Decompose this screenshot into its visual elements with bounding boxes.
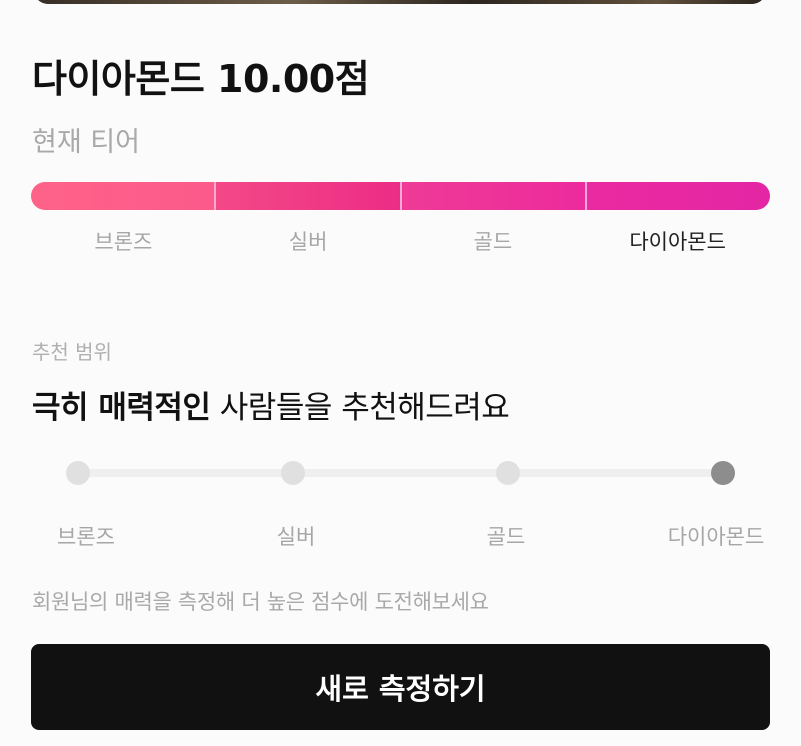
stepper-dot-silver bbox=[281, 461, 305, 485]
tier-segment-diamond bbox=[584, 182, 770, 210]
tier-label-bronze: 브론즈 bbox=[94, 230, 153, 254]
tier-label-gold: 골드 bbox=[473, 230, 513, 254]
stepper-dot-diamond-active bbox=[711, 461, 735, 485]
recommendation-headline: 극히 매력적인 사람들을 추천해드려요 bbox=[32, 382, 510, 427]
headline-emphasis: 극히 매력적인 bbox=[32, 390, 211, 426]
tier-segment-bronze bbox=[31, 182, 215, 210]
stepper-track bbox=[78, 469, 723, 477]
hint-text: 회원님의 매력을 측정해 더 높은 점수에 도전해보세요 bbox=[32, 590, 489, 614]
profile-photo bbox=[34, 0, 766, 4]
tier-labels: 브론즈 실버 골드 다이아몬드 bbox=[31, 226, 770, 256]
remeasure-button[interactable]: 새로 측정하기 bbox=[31, 644, 770, 730]
step-label-bronze: 브론즈 bbox=[57, 525, 115, 549]
current-tier-label: 현재 티어 bbox=[32, 127, 140, 158]
tier-segment-silver bbox=[214, 182, 400, 210]
step-label-diamond: 다이아몬드 bbox=[667, 525, 765, 549]
step-label-silver: 실버 bbox=[276, 525, 316, 549]
step-label-gold: 골드 bbox=[486, 525, 526, 549]
headline-rest: 사람들을 추천해드려요 bbox=[210, 390, 510, 426]
tier-label-silver: 실버 bbox=[288, 230, 328, 254]
tier-label-diamond: 다이아몬드 bbox=[629, 230, 726, 254]
tier-progress-bar bbox=[31, 182, 770, 210]
stepper-dot-bronze bbox=[66, 461, 90, 485]
recommendation-range-stepper bbox=[66, 461, 735, 485]
recommendation-range-caption: 추천 범위 bbox=[32, 340, 112, 364]
tier-segment-gold bbox=[399, 182, 585, 210]
stepper-dot-gold bbox=[496, 461, 520, 485]
score-title: 다이아몬드 10.00점 bbox=[32, 57, 370, 101]
